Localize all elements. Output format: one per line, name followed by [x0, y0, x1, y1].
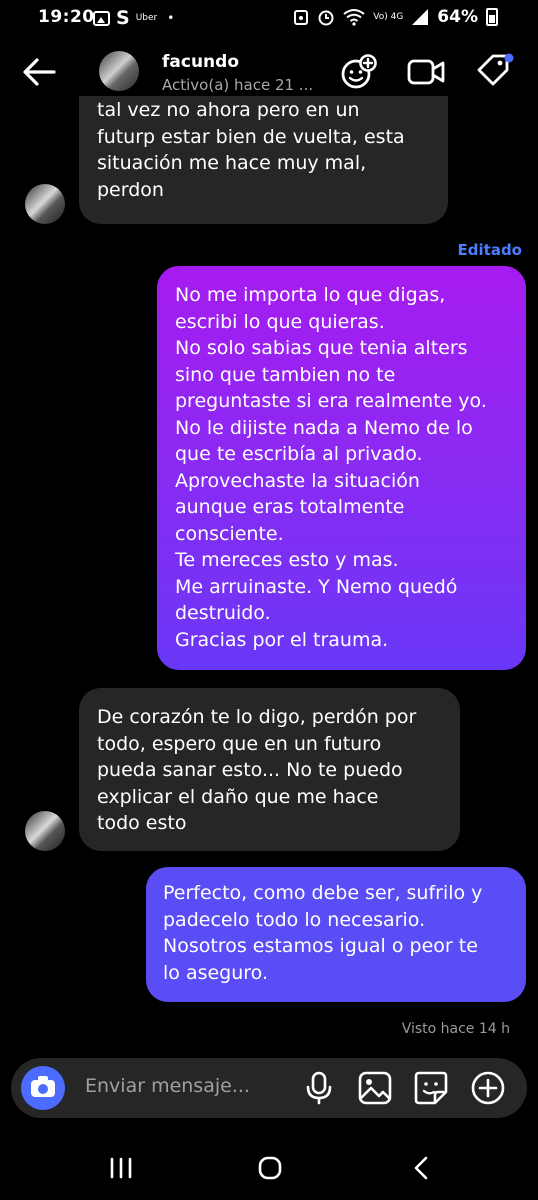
message-line: No solo sabias que tenia alters [175, 337, 468, 359]
message-composer: Enviar mensaje... [11, 1058, 527, 1118]
message-line: preguntaste si era realmente yo. [175, 390, 487, 412]
microphone-icon[interactable] [301, 1070, 337, 1106]
gallery-icon[interactable] [357, 1070, 393, 1106]
message-line: Gracias por el trauma. [175, 628, 389, 651]
message-line: todo esto [97, 812, 187, 834]
message-line: No le dijiste nada a Nemo de lo [175, 416, 473, 439]
home-icon[interactable] [255, 1153, 285, 1183]
message-line: aunque eras totalmente [175, 496, 405, 518]
contact-name[interactable]: facundo [162, 52, 239, 72]
wifi-icon [343, 9, 365, 26]
message-input[interactable]: Enviar mensaje... [85, 1075, 250, 1097]
message-line: Te mereces esto y mas. [175, 549, 399, 571]
sender-avatar[interactable] [25, 184, 65, 224]
incoming-message[interactable]: tal vez no ahora pero en un futurp estar… [79, 96, 448, 224]
back-arrow-icon[interactable] [20, 54, 60, 90]
outgoing-message[interactable]: No me importa lo que digas, escribi lo q… [157, 266, 526, 670]
message-line: perdon [97, 178, 164, 201]
message-line: destruido. [175, 602, 271, 624]
video-call-icon[interactable] [406, 52, 446, 92]
alarm-icon [294, 10, 309, 25]
edited-label: Editado [457, 241, 522, 259]
message-line: De corazón te lo digo, perdón por [97, 706, 417, 728]
seen-status: Visto hace 14 h [401, 1021, 510, 1037]
incoming-message[interactable]: De corazón te lo digo, perdón por todo, … [79, 688, 460, 851]
tag-icon[interactable] [474, 52, 514, 92]
signal-icon [412, 9, 429, 25]
contact-status: Activo(a) hace 21 ... [162, 76, 314, 94]
message-line: consciente. [175, 522, 284, 545]
camera-lens [38, 1084, 48, 1094]
more-notifications-dot: • [167, 11, 175, 25]
sender-avatar[interactable] [25, 811, 65, 851]
uber-app-icon: Uber [135, 13, 158, 23]
message-line: No me importa lo que digas, [175, 284, 446, 306]
effects-icon[interactable] [339, 52, 379, 92]
message-line: Me arruinaste. Y Nemo quedó [175, 575, 458, 598]
message-line: que te escribía al privado. [175, 443, 423, 465]
message-line: sino que tambien no te [175, 363, 396, 386]
system-nav-bar [0, 1135, 538, 1200]
gallery-notification-icon [93, 10, 110, 26]
message-line: situación me hace muy mal, [97, 152, 367, 174]
message-line: pueda sanar esto... No te puedo [97, 759, 403, 781]
recent-apps-icon[interactable] [106, 1153, 136, 1183]
system-icons: Vo) 4G 64% [293, 7, 498, 27]
message-line: futurp estar bien de vuelta, esta [97, 125, 405, 148]
camera-button[interactable] [21, 1066, 65, 1110]
message-line: padecelo todo lo necesario. [163, 908, 426, 931]
message-line: todo, espero que en un futuro [97, 732, 382, 755]
clock-alarm-icon [318, 10, 334, 26]
battery-percent: 64% [437, 7, 478, 27]
message-line: tal vez no ahora pero en un [97, 99, 360, 121]
battery-icon [486, 8, 498, 26]
message-line: Aprovechaste la situación [175, 469, 420, 492]
outgoing-message[interactable]: Perfecto, como debe ser, sufrilo y padec… [146, 867, 526, 1002]
message-line: escribi lo que quieras. [175, 310, 385, 333]
message-line: Perfecto, como debe ser, sufrilo y [163, 882, 483, 904]
clock: 19:20 [38, 7, 95, 27]
status-bar: 19:20 S Uber • Vo) 4G 64% [0, 0, 538, 34]
message-line: lo aseguro. [163, 961, 269, 984]
sticker-icon[interactable] [413, 1070, 449, 1106]
message-line: Nosotros estamos igual o peor te [163, 935, 478, 957]
notification-icons: S Uber • [93, 7, 174, 29]
network-type: Vo) 4G [373, 12, 404, 22]
contact-avatar[interactable] [99, 51, 139, 91]
add-icon[interactable] [470, 1070, 506, 1106]
s-app-icon: S [116, 7, 130, 29]
back-icon[interactable] [407, 1153, 437, 1183]
message-line: explicar el daño que me hace [97, 785, 379, 808]
